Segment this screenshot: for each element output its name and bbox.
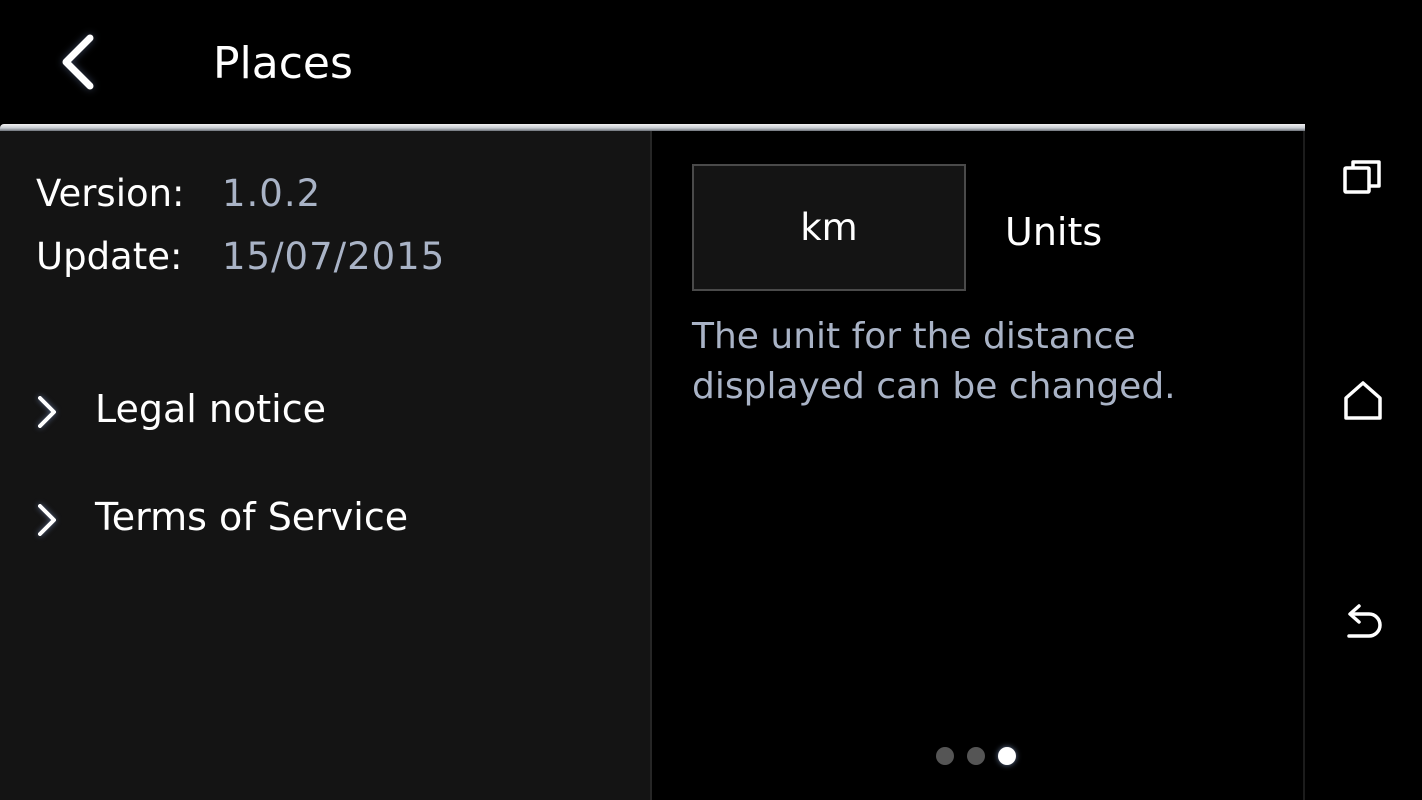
update-row: Update: 15/07/2015 bbox=[36, 234, 445, 280]
page-dot-active bbox=[998, 747, 1016, 765]
update-value: 15/07/2015 bbox=[222, 235, 446, 278]
system-nav-bar bbox=[1305, 0, 1422, 800]
info-panel bbox=[0, 131, 650, 800]
version-label: Version: bbox=[36, 172, 185, 215]
recents-button[interactable] bbox=[1341, 156, 1385, 200]
home-icon bbox=[1344, 381, 1382, 420]
header-bar: Places bbox=[0, 0, 1305, 124]
page-dot bbox=[967, 747, 985, 765]
system-back-button[interactable] bbox=[1341, 600, 1385, 644]
terms-of-service-label: Terms of Service bbox=[95, 495, 409, 539]
page-title: Places bbox=[213, 38, 353, 89]
version-row: Version: 1.0.2 bbox=[36, 171, 321, 217]
app-screen: Places Version: 1.0.2 Update: 15/07/2015 L… bbox=[0, 0, 1422, 800]
units-label: Units bbox=[1005, 210, 1103, 254]
chevron-left-icon bbox=[62, 34, 94, 90]
chevron-right-icon bbox=[38, 504, 56, 536]
header-divider bbox=[0, 124, 1305, 131]
legal-notice-link[interactable]: Legal notice bbox=[28, 380, 588, 440]
update-label: Update: bbox=[36, 235, 183, 278]
units-description: The unit for the distance displayed can … bbox=[692, 316, 1176, 407]
recents-icon bbox=[1343, 160, 1381, 194]
legal-notice-label: Legal notice bbox=[95, 387, 326, 431]
chevron-right-icon bbox=[38, 396, 56, 428]
back-icon bbox=[1347, 604, 1382, 638]
terms-of-service-link[interactable]: Terms of Service bbox=[28, 488, 588, 548]
version-value: 1.0.2 bbox=[222, 172, 322, 215]
back-button[interactable] bbox=[52, 30, 112, 94]
home-button[interactable] bbox=[1341, 378, 1385, 422]
unit-select-button[interactable]: km bbox=[692, 164, 966, 291]
page-dot bbox=[936, 747, 954, 765]
page-indicator bbox=[936, 747, 1016, 765]
